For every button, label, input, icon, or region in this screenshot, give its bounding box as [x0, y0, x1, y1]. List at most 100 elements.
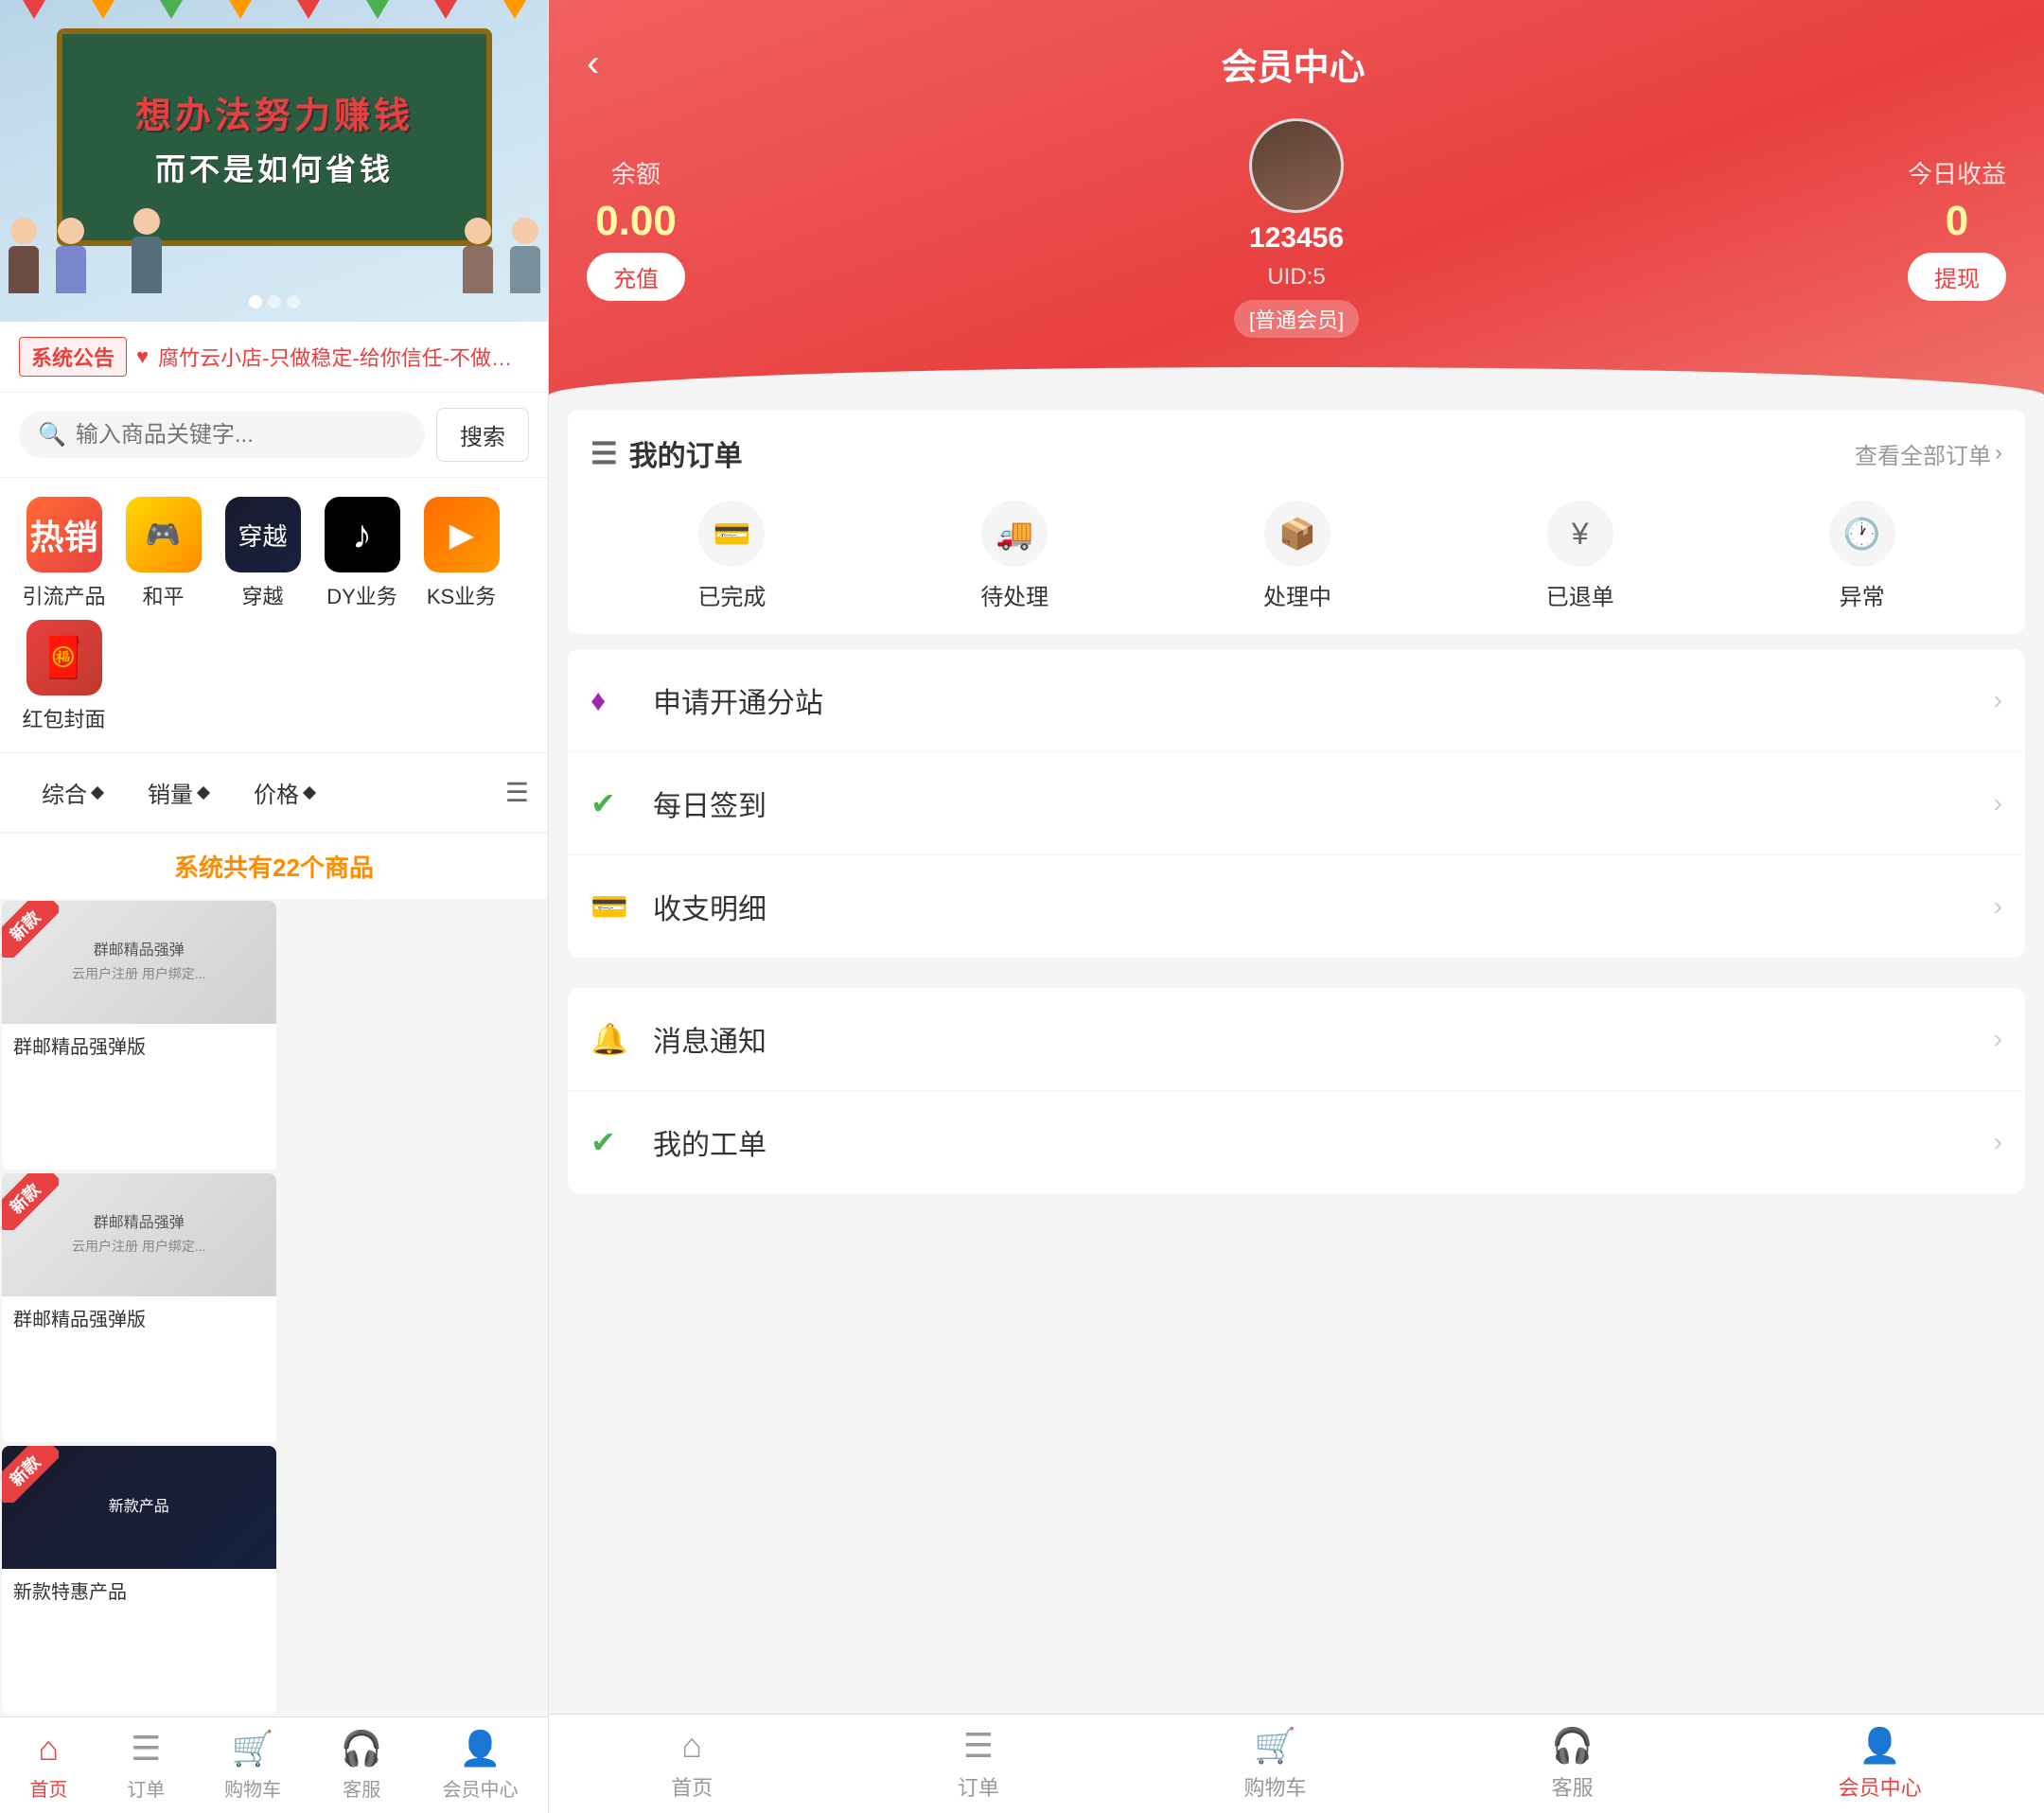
announcement-heart-icon: ♥: [136, 344, 149, 369]
char-4: [502, 218, 549, 293]
order-status-refunded-label: 已退单: [1546, 578, 1614, 611]
order-status-completed[interactable]: 💳 已完成: [697, 501, 766, 611]
new-badge-3: [2, 1446, 59, 1503]
product-card-body-2: 群邮精品强弹版: [2, 1296, 276, 1339]
categories-grid: 热销 引流产品 🎮 和平 穿越 穿越 ♪ DY业务 ▶ KS业务: [0, 478, 548, 753]
search-button[interactable]: 搜索: [436, 408, 529, 462]
sort-price[interactable]: 价格: [231, 768, 337, 817]
product-card-2[interactable]: 群邮精品强弹 云用户注册 用户绑定... 群邮精品强弹版: [2, 1173, 276, 1442]
category-hot[interactable]: 热销 引流产品: [19, 497, 109, 610]
order-status-pending[interactable]: 🚚 待处理: [980, 501, 1048, 611]
back-button[interactable]: ‹: [587, 43, 599, 85]
finance-arrow-icon: ›: [1994, 891, 2002, 922]
product-text-2: 群邮精品强弹: [94, 1214, 185, 1234]
nav-left-order-label: 订单: [127, 1774, 165, 1802]
product-card-body-3: 新款特惠产品: [2, 1569, 276, 1611]
category-hot-label: 引流产品: [22, 580, 105, 610]
char-teacher: [123, 208, 170, 293]
sort-sales-icon: [197, 785, 210, 799]
menu-item-worksheet[interactable]: ✔ 我的工单 ›: [568, 1091, 2025, 1193]
announcement-text: 腐竹云小店-只做稳定-给你信任-不做跑路狗-售后稳定: [158, 342, 529, 372]
char-1: [0, 218, 47, 293]
header-wave: [549, 367, 2044, 396]
product-text-3: 新款产品: [109, 1498, 169, 1518]
nav-right-home-label: 首页: [671, 1771, 713, 1802]
menu-section-1: ♦ 申请开通分站 › ✔ 每日签到 › 💳 收支明细 ›: [568, 649, 2025, 958]
order-status-abnormal-icon: 🕐: [1829, 501, 1895, 567]
sort-comprehensive-icon: [91, 785, 104, 799]
recharge-button[interactable]: 充值: [587, 253, 685, 301]
member-uid: UID:5: [1267, 264, 1325, 290]
orders-icons-row: 💳 已完成 🚚 待处理 📦 处理中 ¥ 已退单 🕐 异常: [590, 501, 2002, 611]
nav-left-service[interactable]: 🎧 客服: [341, 1729, 383, 1802]
finance-icon: 💳: [590, 889, 638, 924]
banner-dot-3[interactable]: [287, 295, 300, 308]
product-text-1: 群邮精品强弹: [94, 942, 185, 961]
char-4-body: [510, 246, 540, 293]
products-count-header: 系统共有22个商品: [0, 834, 548, 899]
product-card-1[interactable]: 群邮精品强弹 云用户注册 用户绑定... 群邮精品强弹版: [2, 901, 276, 1170]
menu-item-notification[interactable]: 🔔 消息通知 ›: [568, 988, 2025, 1091]
notification-icon: 🔔: [590, 1021, 638, 1057]
nav-right-member[interactable]: 👤 会员中心: [1839, 1726, 1922, 1802]
menu-item-finance[interactable]: 💳 收支明细 ›: [568, 855, 2025, 958]
grid-view-icon[interactable]: ☰: [505, 777, 529, 808]
orders-title-text: 我的订单: [629, 432, 743, 474]
order-status-pending-label: 待处理: [980, 578, 1048, 611]
sort-price-label: 价格: [254, 776, 299, 809]
bottom-nav-left: ⌂ 首页 ☰ 订单 🛒 购物车 🎧 客服 👤 会员中心: [0, 1716, 548, 1813]
withdraw-button[interactable]: 提现: [1908, 253, 2006, 301]
sort-sales[interactable]: 销量: [125, 768, 231, 817]
nav-left-member[interactable]: 👤 会员中心: [443, 1729, 519, 1802]
sort-comprehensive[interactable]: 综合: [19, 768, 125, 817]
nav-right-cart-label: 购物车: [1244, 1771, 1307, 1802]
category-cross[interactable]: 穿越 穿越: [218, 497, 308, 610]
nav-right-member-label: 会员中心: [1839, 1771, 1922, 1802]
search-input[interactable]: [76, 422, 406, 449]
worksheet-icon: ✔: [590, 1124, 638, 1160]
notification-arrow-icon: ›: [1994, 1024, 2002, 1054]
nav-right-order[interactable]: ☰ 订单: [958, 1726, 999, 1802]
nav-right-member-icon: 👤: [1859, 1726, 1901, 1766]
nav-left-cart[interactable]: 🛒 购物车: [224, 1729, 281, 1802]
order-status-refunded[interactable]: ¥ 已退单: [1546, 501, 1614, 611]
view-all-orders-link[interactable]: 查看全部订单 ›: [1855, 437, 2002, 470]
char-2-body: [56, 246, 86, 293]
search-input-wrap[interactable]: 🔍: [19, 412, 425, 458]
banner-dot-1[interactable]: [249, 295, 262, 308]
order-status-processing[interactable]: 📦 处理中: [1263, 501, 1331, 611]
search-icon: 🔍: [38, 421, 66, 449]
nav-left-order[interactable]: ☰ 订单: [127, 1729, 165, 1802]
nav-left-member-label: 会员中心: [443, 1774, 519, 1802]
nav-right-cart[interactable]: 🛒 购物车: [1244, 1726, 1307, 1802]
menu-item-checkin[interactable]: ✔ 每日签到 ›: [568, 752, 2025, 855]
order-icon: ☰: [131, 1729, 161, 1769]
nav-right-service[interactable]: 🎧 客服: [1551, 1726, 1594, 1802]
member-header: ‹ 会员中心 余额 0.00 充值 123456 UID:5 [普通会员] 今日…: [549, 0, 2044, 395]
member-username: 123456: [1249, 222, 1344, 255]
earnings-value: 0: [1946, 198, 1968, 245]
menu-divider: [549, 973, 2044, 988]
avatar-image: [1252, 121, 1341, 210]
char-4-head: [512, 218, 538, 244]
order-status-processing-label: 处理中: [1263, 578, 1331, 611]
nav-right-home[interactable]: ⌂ 首页: [671, 1726, 713, 1802]
orders-header: ☰ 我的订单 查看全部订单 ›: [590, 432, 2002, 474]
sort-sales-label: 销量: [148, 776, 193, 809]
banner-dot-2[interactable]: [268, 295, 281, 308]
product-thumb-1: 群邮精品强弹 云用户注册 用户绑定...: [2, 901, 276, 1024]
nav-left-home[interactable]: ⌂ 首页: [29, 1729, 67, 1802]
right-panel: ‹ 会员中心 余额 0.00 充值 123456 UID:5 [普通会员] 今日…: [549, 0, 2044, 1813]
checkin-label: 每日签到: [653, 783, 1994, 824]
category-hongbao[interactable]: 🧧 红包封面: [19, 620, 109, 733]
category-ks[interactable]: ▶ KS业务: [416, 497, 506, 610]
category-dy[interactable]: ♪ DY业务: [317, 497, 407, 610]
category-peace[interactable]: 🎮 和平: [118, 497, 208, 610]
service-icon: 🎧: [341, 1729, 383, 1769]
order-status-abnormal[interactable]: 🕐 异常: [1829, 501, 1895, 611]
notification-label: 消息通知: [653, 1018, 1994, 1060]
menu-item-subsite[interactable]: ♦ 申请开通分站 ›: [568, 649, 2025, 752]
product-card-3[interactable]: 新款产品 新款特惠产品: [2, 1446, 276, 1715]
category-hot-icon: 热销: [26, 497, 102, 572]
category-cross-label: 穿越: [241, 580, 283, 610]
